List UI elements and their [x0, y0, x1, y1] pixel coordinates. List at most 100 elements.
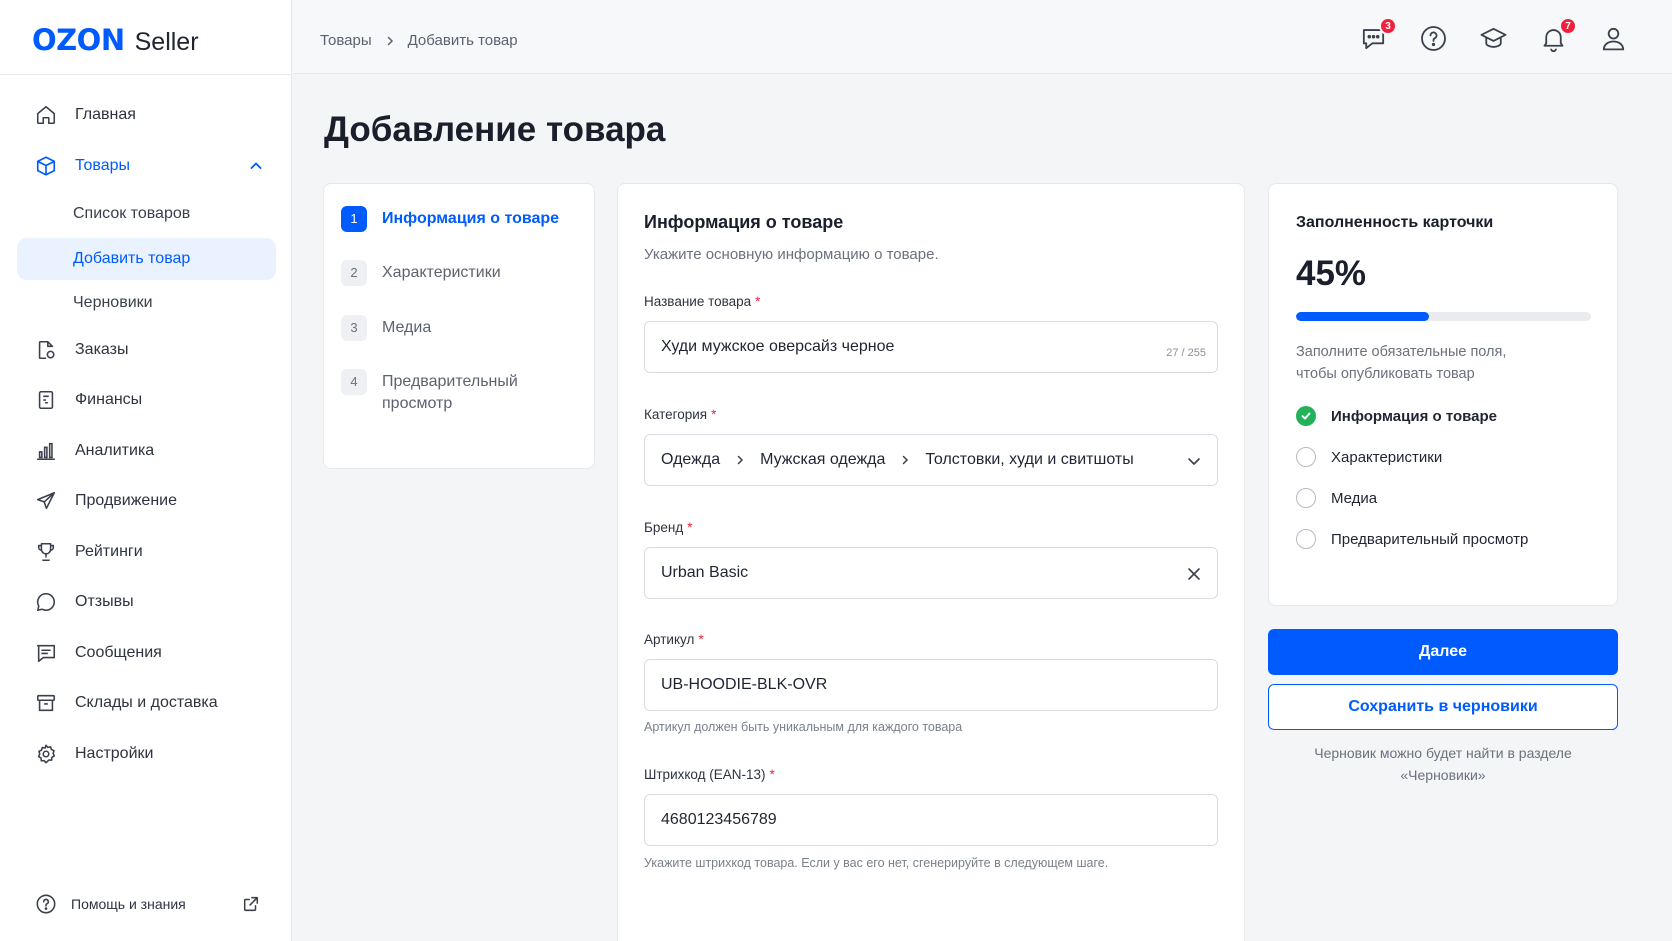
trophy-icon — [37, 542, 55, 561]
checklist-item-product-info: Информация о товаре — [1296, 406, 1497, 426]
close-icon[interactable] — [1187, 567, 1201, 581]
required-mark: * — [711, 407, 717, 422]
sidebar-item-orders[interactable]: Заказы — [17, 327, 276, 373]
profile-button[interactable] — [1599, 24, 1628, 53]
chevron-right-icon — [903, 455, 909, 465]
step-label: Предварительный просмотр — [382, 373, 518, 412]
step-label: Характеристики — [382, 264, 501, 281]
sku-label-text: Артикул — [644, 632, 695, 647]
chevron-down-icon[interactable] — [1185, 452, 1203, 470]
completeness-title: Заполненность карточки — [1296, 214, 1494, 231]
sidebar-divider — [0, 74, 291, 75]
sidebar-item-label: Финансы — [75, 391, 143, 408]
logo-brand: OZON — [32, 23, 125, 57]
finance-icon — [38, 390, 54, 410]
top-bar: Товары Добавить товар 3 7 — [293, 0, 1672, 74]
sidebar-item-reviews[interactable]: Отзывы — [17, 579, 276, 625]
product-name-input[interactable]: Худи мужское оверсайз черное 27 / 255 — [644, 321, 1218, 373]
breadcrumb: Товары Добавить товар — [320, 32, 518, 49]
checklist-item-preview: Предварительный просмотр — [1296, 529, 1528, 549]
sidebar-item-settings[interactable]: Настройки — [17, 731, 276, 777]
step-characteristics[interactable]: 2 Характеристики — [341, 260, 501, 286]
page-title: Добавление товара — [324, 110, 666, 149]
help-icon — [1421, 26, 1446, 51]
chevron-up-icon[interactable] — [248, 158, 264, 174]
promotion-icon — [36, 491, 56, 510]
sidebar-item-label: Продвижение — [75, 492, 177, 509]
empty-circle-icon — [1296, 529, 1316, 549]
checklist-item-characteristics: Характеристики — [1296, 447, 1442, 467]
orders-icon — [38, 340, 55, 359]
sidebar-item-warehouses[interactable]: Склады и доставка — [17, 680, 276, 726]
sidebar-item-label: Аналитика — [75, 441, 155, 459]
check-circle-icon — [1296, 406, 1316, 426]
external-link-icon[interactable] — [242, 895, 260, 913]
chat-button[interactable]: 3 — [1359, 17, 1397, 53]
category-path-item: Одежда — [661, 451, 721, 468]
sidebar-item-messages[interactable]: Сообщения — [17, 630, 276, 676]
sidebar-item-finance[interactable]: Финансы — [17, 377, 276, 423]
sidebar-item-promotion[interactable]: Продвижение — [17, 478, 276, 524]
category-label-text: Категория — [644, 407, 708, 422]
category-label: Категория * — [644, 407, 716, 422]
messages-icon — [36, 644, 56, 662]
sidebar-subitem-drafts[interactable]: Черновики — [17, 282, 276, 324]
sidebar-item-label: Рейтинги — [75, 542, 143, 560]
step-number: 3 — [341, 315, 367, 341]
save-draft-button[interactable]: Сохранить в черновики — [1268, 684, 1618, 730]
step-number: 2 — [341, 260, 367, 286]
sidebar-item-label: Настройки — [75, 744, 154, 762]
sidebar-item-label: Главная — [75, 106, 136, 123]
breadcrumb-item-products[interactable]: Товары — [320, 32, 372, 49]
brand-input[interactable]: Urban Basic — [644, 547, 1218, 599]
ozon-seller-logo[interactable]: OZON Seller — [32, 22, 199, 58]
logo-product: Seller — [134, 27, 199, 56]
brand-value: Urban Basic — [661, 564, 749, 581]
barcode-value: 4680123456789 — [661, 811, 777, 828]
sku-label: Артикул * — [644, 632, 704, 647]
sidebar-item-analytics[interactable]: Аналитика — [17, 428, 276, 474]
step-label: Медиа — [382, 319, 432, 336]
product-info-form: Информация о товаре Укажите основную инф… — [617, 183, 1245, 941]
step-label: Информация о товаре — [382, 210, 560, 227]
sidebar-item-ratings[interactable]: Рейтинги — [17, 529, 276, 575]
sidebar-item-products[interactable]: Товары — [17, 143, 276, 189]
category-select[interactable]: Одежда Мужская одежда Толстовки, худи и … — [644, 434, 1218, 486]
sidebar-item-home[interactable]: Главная — [17, 92, 276, 138]
checklist-item-media: Медиа — [1296, 488, 1377, 508]
step-number: 1 — [341, 206, 367, 232]
product-name-label: Название товара * — [644, 294, 760, 309]
step-number: 4 — [341, 369, 367, 395]
checklist-label: Характеристики — [1331, 448, 1443, 466]
step-media[interactable]: 3 Медиа — [341, 315, 432, 341]
draft-note: Черновик можно будет найти в разделе «Че… — [1314, 745, 1572, 783]
sidebar: OZON Seller Главная Товары Список товаро… — [0, 0, 292, 941]
barcode-hint: Укажите штрихкод товара. Если у вас его … — [644, 856, 1109, 870]
sidebar-item-label: Отзывы — [75, 593, 134, 610]
product-name-counter: 27 / 255 — [1166, 347, 1206, 359]
sidebar-subitem-add-product[interactable]: Добавить товар — [17, 237, 276, 280]
step-preview[interactable]: 4 Предварительный просмотр — [341, 369, 541, 415]
barcode-input[interactable]: 4680123456789 — [644, 794, 1218, 846]
profile-icon — [1602, 27, 1625, 51]
help-button[interactable] — [1419, 24, 1448, 53]
steps-card: 1 Информация о товаре 2 Характеристики 3… — [323, 183, 595, 469]
required-mark: * — [769, 767, 775, 782]
next-button[interactable]: Далее — [1268, 629, 1618, 675]
step-product-info[interactable]: 1 Информация о товаре — [341, 206, 560, 232]
help-and-knowledge-link[interactable]: Помощь и знания — [35, 893, 260, 915]
category-path-item: Мужская одежда — [760, 451, 886, 468]
sidebar-subitem-product-list[interactable]: Список товаров — [17, 193, 276, 235]
empty-circle-icon — [1296, 447, 1316, 467]
barcode-label-text: Штрихкод (EAN-13) — [644, 767, 766, 782]
education-button[interactable] — [1479, 24, 1508, 53]
completeness-percent: 45% — [1296, 254, 1367, 293]
sidebar-subitem-label: Черновики — [73, 294, 153, 311]
reviews-icon — [36, 592, 55, 612]
warehouse-icon — [36, 694, 56, 712]
brand-label: Бренд * — [644, 520, 692, 535]
sku-input[interactable]: UB-HOODIE-BLK-OVR — [644, 659, 1218, 711]
help-circle-icon — [36, 894, 56, 914]
breadcrumb-item-add-product: Добавить товар — [407, 32, 518, 49]
notifications-button[interactable]: 7 — [1539, 17, 1577, 53]
